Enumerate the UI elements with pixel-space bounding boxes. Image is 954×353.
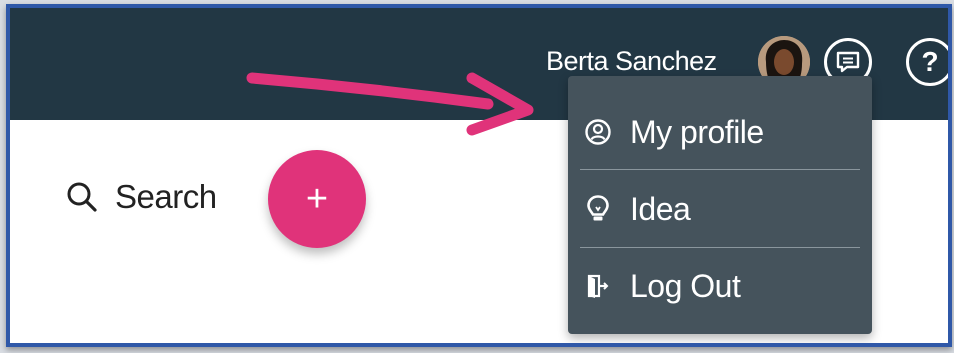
- app-window: Berta Sanchez ? Search + My profile Idea…: [6, 4, 952, 347]
- user-dropdown-menu: My profile Idea Log Out: [568, 76, 872, 334]
- lightbulb-icon: [582, 193, 614, 225]
- menu-label: Log Out: [630, 267, 741, 304]
- menu-item-idea[interactable]: Idea: [568, 171, 872, 247]
- logout-door-icon: [582, 270, 614, 302]
- menu-item-log-out[interactable]: Log Out: [568, 248, 872, 324]
- menu-divider: [580, 169, 860, 170]
- menu-item-my-profile[interactable]: My profile: [568, 94, 872, 170]
- user-circle-icon: [582, 116, 614, 148]
- menu-label: Idea: [630, 190, 691, 227]
- menu-label: My profile: [630, 113, 764, 150]
